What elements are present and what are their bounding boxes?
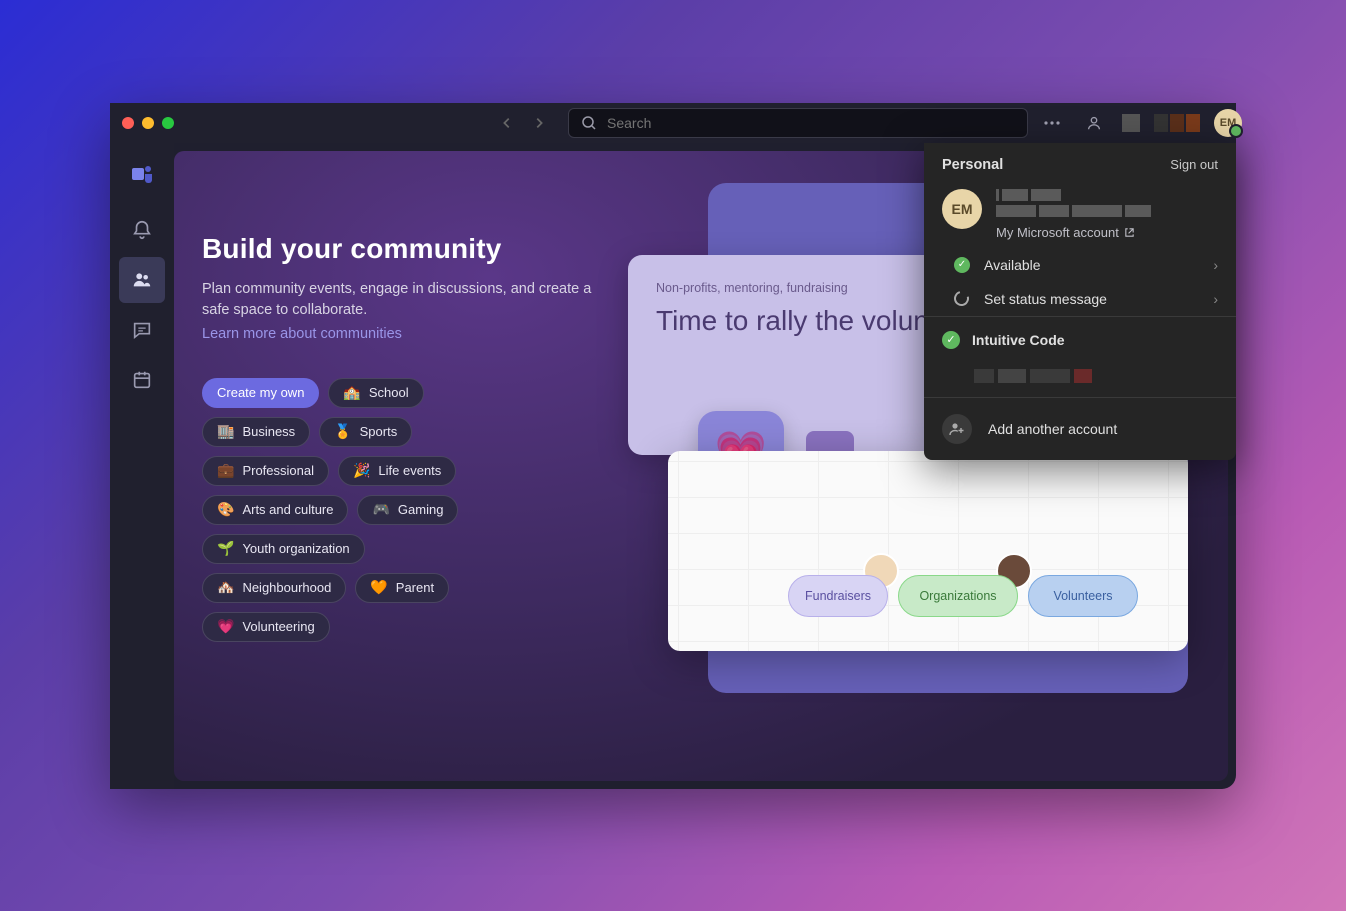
status-available-row[interactable]: ✓ Available ›	[924, 248, 1236, 282]
maximize-window-button[interactable]	[162, 117, 174, 129]
page-title: Build your community	[202, 233, 594, 265]
nav-back-button[interactable]	[494, 110, 520, 136]
teams-logo-icon	[119, 151, 165, 197]
org-row[interactable]: ➚ ✓ Intuitive Code	[924, 317, 1236, 363]
learn-more-link[interactable]: Learn more about communities	[202, 326, 402, 342]
external-link-icon	[1124, 227, 1135, 238]
redacted-orgs-2	[1154, 114, 1200, 132]
more-options-button[interactable]	[1038, 109, 1066, 137]
chip-business[interactable]: 🏬Business	[202, 417, 310, 447]
redacted-name	[996, 189, 1218, 201]
chip-youth[interactable]: 🌱Youth organization	[202, 534, 365, 564]
chip-sports[interactable]: 🏅Sports	[319, 417, 412, 447]
professional-icon: 💼	[217, 462, 234, 479]
youth-icon: 🌱	[217, 540, 234, 557]
people-group-icon	[131, 269, 153, 291]
chat-icon	[131, 319, 153, 341]
calendar-icon	[131, 369, 153, 391]
status-available-icon: ✓	[954, 257, 970, 273]
business-icon: 🏬	[217, 423, 234, 440]
chip-volunteering[interactable]: 💗Volunteering	[202, 612, 330, 642]
app-window: EM Build your community Plan commu	[110, 103, 1236, 789]
pointer-arrow-icon: ➚	[924, 328, 928, 359]
minimize-window-button[interactable]	[142, 117, 154, 129]
add-person-icon	[942, 414, 972, 444]
account-panel-title: Personal	[942, 157, 1003, 173]
community-chips: Create my own 🏫School 🏬Business 🏅Sports …	[202, 378, 502, 642]
chip-arts[interactable]: 🎨Arts and culture	[202, 495, 348, 525]
volunteering-icon: 💗	[217, 618, 234, 635]
neighbourhood-icon: 🏘️	[217, 579, 234, 596]
chevron-right-icon: ›	[1213, 291, 1218, 307]
sidebar-chat[interactable]	[119, 307, 165, 353]
nav-forward-button[interactable]	[526, 110, 552, 136]
bell-icon	[131, 219, 153, 241]
redacted-org-email	[924, 363, 1236, 397]
redacted-orgs	[1122, 114, 1140, 132]
account-avatar: EM	[942, 189, 982, 229]
set-status-row[interactable]: Set status message ›	[924, 282, 1236, 316]
chip-create-my-own[interactable]: Create my own	[202, 378, 319, 408]
titlebar: EM	[110, 103, 1236, 143]
sidebar-calendar[interactable]	[119, 357, 165, 403]
sidebar-activity[interactable]	[119, 207, 165, 253]
profile-avatar-button[interactable]: EM	[1214, 109, 1242, 137]
my-microsoft-account-link[interactable]: My Microsoft account	[996, 225, 1135, 240]
node-volunteers: Volunteers	[1028, 575, 1138, 617]
search-input[interactable]	[607, 115, 1015, 131]
chip-professional[interactable]: 💼Professional	[202, 456, 329, 486]
close-window-button[interactable]	[122, 117, 134, 129]
chip-gaming[interactable]: 🎮Gaming	[357, 495, 458, 525]
school-icon: 🏫	[343, 384, 360, 401]
chip-parent[interactable]: 🧡Parent	[355, 573, 449, 603]
life-events-icon: 🎉	[353, 462, 370, 479]
search-bar[interactable]	[568, 108, 1028, 138]
page-description: Plan community events, engage in discuss…	[202, 279, 594, 321]
chip-neighbourhood[interactable]: 🏘️Neighbourhood	[202, 573, 346, 603]
chip-school[interactable]: 🏫School	[328, 378, 423, 408]
org-name: Intuitive Code	[972, 332, 1065, 348]
people-icon[interactable]	[1080, 109, 1108, 137]
parent-icon: 🧡	[370, 579, 387, 596]
check-circle-icon: ✓	[942, 331, 960, 349]
sports-icon: 🏅	[334, 423, 351, 440]
sign-out-link[interactable]: Sign out	[1170, 157, 1218, 172]
node-fundraisers: Fundraisers	[788, 575, 888, 617]
sidebar	[110, 143, 174, 789]
add-another-account-button[interactable]: Add another account	[924, 398, 1236, 460]
window-controls	[122, 117, 174, 129]
account-panel: Personal Sign out EM My Microsoft accoun…	[924, 143, 1236, 460]
search-icon	[581, 115, 597, 131]
chevron-right-icon: ›	[1213, 257, 1218, 273]
sidebar-community[interactable]	[119, 257, 165, 303]
gaming-icon: 🎮	[372, 501, 389, 518]
chip-life-events[interactable]: 🎉Life events	[338, 456, 456, 486]
redacted-email	[996, 205, 1218, 217]
arts-icon: 🎨	[217, 501, 234, 518]
status-message-icon	[951, 288, 971, 308]
node-organizations: Organizations	[898, 575, 1018, 617]
grid-card: Fundraisers Organizations Volunteers	[668, 451, 1188, 651]
